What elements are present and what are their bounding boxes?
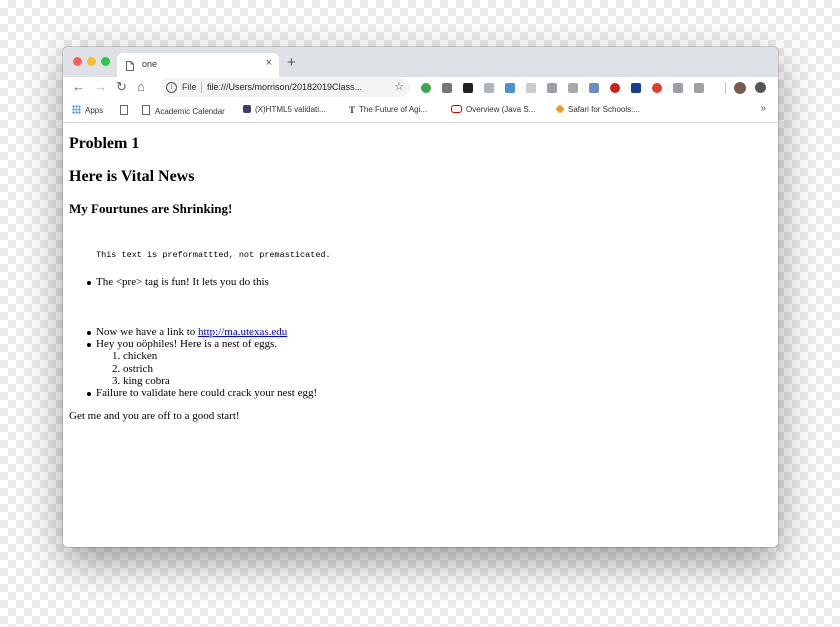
info-icon[interactable]: i [166, 82, 177, 93]
list-bullet [87, 331, 91, 335]
page-icon [142, 105, 150, 115]
list-bullet [87, 343, 91, 347]
browser-window: one × + ← → ↻ ⌂ i File file:///Users/mor… [63, 47, 778, 547]
bookmarks-bar: Apps Academic Calendar (X)HTML5 validati… [63, 99, 778, 123]
more-bookmarks-icon[interactable]: » [760, 103, 766, 114]
profile-avatar[interactable] [734, 82, 746, 94]
minimize-window-button[interactable] [87, 57, 96, 66]
page-icon [120, 105, 128, 115]
extension-icon[interactable] [526, 83, 536, 93]
list-item-eggs: Hey you oöphiles! Here is a nest of eggs… [96, 338, 278, 350]
home-button[interactable]: ⌂ [137, 79, 145, 94]
extension-icon[interactable] [505, 83, 515, 93]
title-bar: one × + [63, 47, 778, 77]
nyt-icon: T [349, 105, 356, 115]
heading-fortunes: My Fourtunes are Shrinking! [69, 201, 233, 216]
bookmark-apps[interactable]: Apps [72, 105, 103, 115]
heading-vital-news: Here is Vital News [69, 168, 195, 185]
page-icon [126, 58, 134, 76]
bookmark-future-of-agi[interactable]: T The Future of Agi... [349, 105, 427, 115]
egg-item-king-cobra: 3. king cobra [112, 375, 170, 387]
extension-icon[interactable] [421, 83, 431, 93]
validator-icon [243, 105, 251, 113]
url-text[interactable]: file:///Users/morrison/20182019Class... [207, 82, 362, 92]
bookmark-java-overview[interactable]: Overview (Java S... [451, 105, 535, 114]
omnibox-divider [201, 82, 202, 93]
reload-button[interactable]: ↻ [116, 79, 127, 95]
extension-icon[interactable] [484, 83, 494, 93]
browser-menu-icon[interactable] [755, 82, 766, 93]
bookmark-page[interactable] [120, 105, 133, 116]
list-bullet [87, 392, 91, 396]
extension-icon[interactable] [694, 83, 704, 93]
toolbar: ← → ↻ ⌂ i File file:///Users/morrison/20… [63, 77, 778, 99]
closing-paragraph: Get me and you are off to a good start! [69, 410, 240, 422]
utexas-link[interactable]: http://ma.utexas.edu [198, 326, 287, 338]
oracle-icon [451, 105, 462, 113]
heading-problem: Problem 1 [69, 135, 140, 152]
preformatted-text: This text is preformattted, not premasti… [96, 250, 331, 260]
extension-icon[interactable] [652, 83, 662, 93]
bookmark-star-icon[interactable]: ☆ [394, 80, 404, 93]
apps-grid-icon [72, 105, 81, 114]
url-scheme-label: File [182, 82, 197, 92]
toolbar-divider [725, 82, 726, 94]
egg-item-ostrich: 2. ostrich [112, 363, 153, 375]
forward-button[interactable]: → [94, 79, 107, 94]
extension-icon[interactable] [673, 83, 683, 93]
back-button[interactable]: ← [72, 79, 85, 94]
bookmark-safari-for-schools[interactable]: Safari for Schools:... [555, 104, 640, 114]
tab-title: one [142, 59, 158, 69]
new-tab-button[interactable]: + [287, 54, 296, 71]
list-item-link: Now we have a link to http://ma.utexas.e… [96, 326, 288, 338]
close-tab-icon[interactable]: × [266, 57, 272, 69]
close-window-button[interactable] [73, 57, 82, 66]
egg-item-chicken: 1. chicken [112, 350, 158, 362]
list-item-pre-tag: The <pre> tag is fun! It lets you do thi… [96, 276, 269, 288]
bookmark-academic-calendar[interactable]: Academic Calendar [142, 105, 225, 116]
list-item-validate: Failure to validate here could crack you… [96, 387, 318, 399]
extension-icon[interactable] [547, 83, 557, 93]
safari-schools-icon [555, 104, 565, 114]
extension-icon[interactable] [442, 83, 452, 93]
tab-one[interactable]: one × [117, 53, 279, 77]
extension-icon[interactable] [463, 83, 473, 93]
bookmark-html5-validator[interactable]: (X)HTML5 validati... [243, 105, 326, 114]
extension-icon[interactable] [589, 83, 599, 93]
zoom-window-button[interactable] [101, 57, 110, 66]
page-content: Problem 1 Here is Vital News My Fourtune… [63, 123, 778, 547]
extension-icon[interactable] [568, 83, 578, 93]
address-bar[interactable]: i File file:///Users/morrison/20182019Cl… [160, 78, 410, 97]
extension-icon[interactable] [631, 83, 641, 93]
list-bullet [87, 281, 91, 285]
extension-icon[interactable] [610, 83, 620, 93]
